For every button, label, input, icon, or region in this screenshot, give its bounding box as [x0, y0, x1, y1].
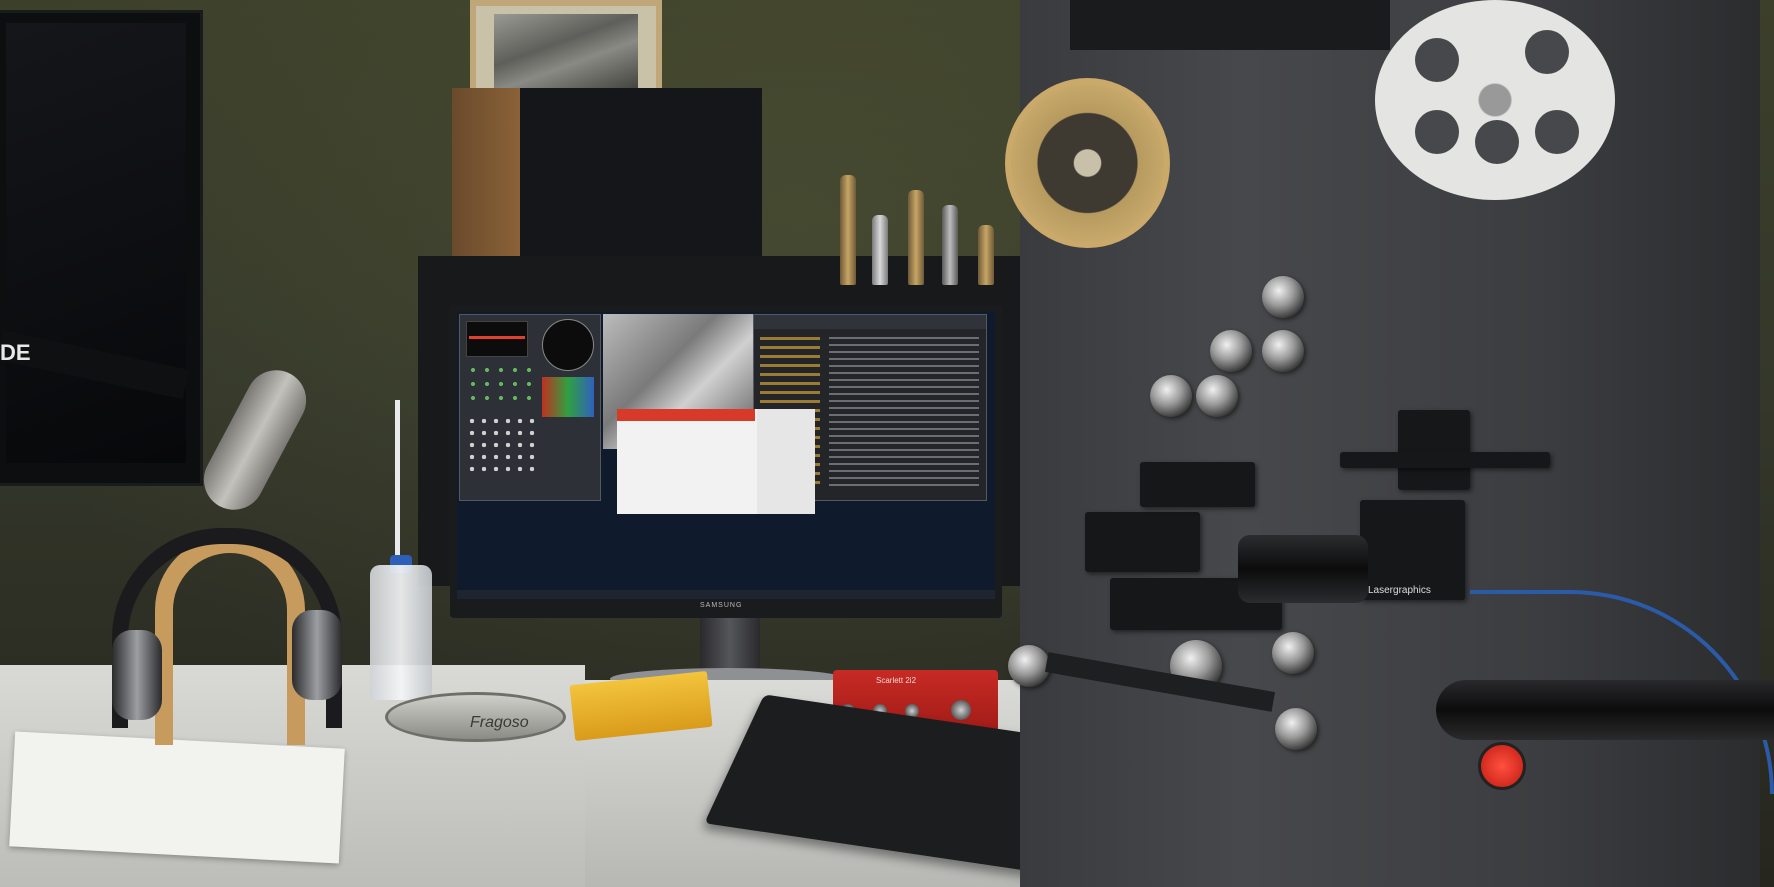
tv-monitor — [0, 10, 203, 486]
film-reel-icon — [1375, 0, 1615, 200]
vectorscope — [542, 319, 594, 371]
sensor-block — [1085, 512, 1200, 572]
scanner-brand: Lasergraphics — [1368, 585, 1431, 596]
sensor-block — [1140, 462, 1255, 507]
framed-artwork — [494, 14, 638, 92]
roller — [1262, 330, 1304, 372]
histogram — [542, 377, 594, 417]
monitor-brand-label: SAMSUNG — [700, 602, 743, 609]
reel-can-label: Fragoso — [470, 714, 529, 731]
roller — [1150, 375, 1192, 417]
button-grid — [466, 415, 536, 475]
camera-lens — [1238, 535, 1368, 603]
trophy — [840, 175, 856, 285]
scanner-top-unit — [1070, 0, 1390, 50]
trophy-collection — [830, 165, 1020, 285]
trophy — [908, 190, 924, 285]
speaker-cabinet — [452, 88, 762, 274]
mount-rail — [1340, 452, 1550, 468]
taskbar — [457, 590, 995, 599]
stop-button-icon — [1478, 742, 1526, 790]
roller — [1008, 645, 1050, 687]
audio-interface-label: Scarlett 2i2 — [876, 676, 917, 685]
monitor-stand — [700, 618, 760, 673]
roller — [1210, 330, 1252, 372]
headphone-ear-cup — [292, 610, 342, 700]
roller — [1262, 276, 1304, 318]
headphone-ear-cup — [112, 630, 162, 720]
control-knobs — [466, 363, 536, 403]
trophy — [942, 205, 958, 285]
paper-sheet — [9, 731, 345, 864]
monitor-screen — [457, 312, 995, 599]
light-tube — [1436, 680, 1774, 740]
bottle-nozzle — [395, 400, 400, 560]
photo-scene: DE SAMSUNG Fragoso Scarlett 2i2 Lasergra… — [0, 0, 1774, 887]
roller — [1196, 375, 1238, 417]
trophy — [978, 225, 994, 285]
film-reel-icon — [1005, 78, 1170, 248]
trophy — [872, 215, 888, 285]
dialog-window — [617, 409, 815, 514]
roller — [1272, 632, 1314, 674]
waveform-scope — [466, 321, 528, 357]
knob — [951, 700, 971, 720]
tv-screen — [6, 23, 186, 463]
camera-mount — [1398, 410, 1470, 490]
squeeze-bottle — [370, 565, 432, 700]
mic-brand-label: DE — [0, 340, 31, 365]
speaker-wood-side — [452, 88, 520, 274]
scanner-controls-window — [459, 314, 601, 501]
roller — [1275, 708, 1317, 750]
